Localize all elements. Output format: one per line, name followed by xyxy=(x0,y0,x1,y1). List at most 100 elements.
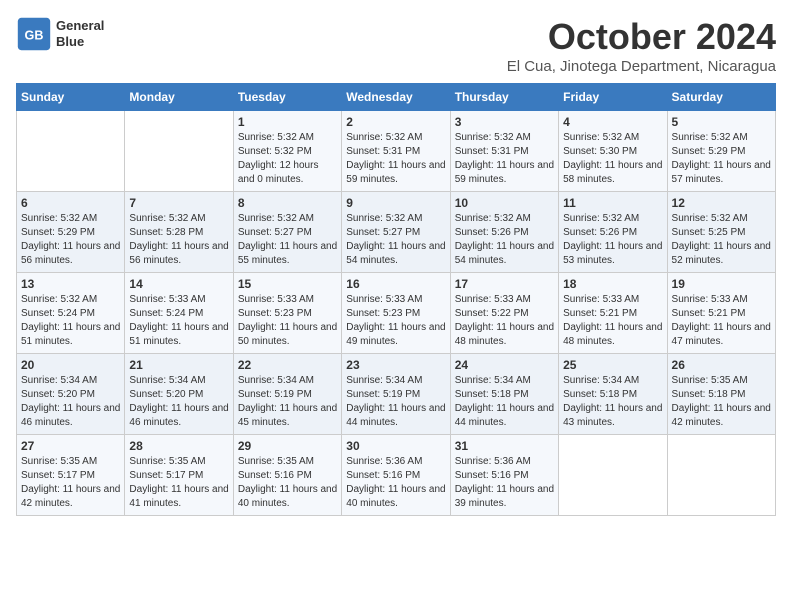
day-info: Sunrise: 5:32 AMSunset: 5:26 PMDaylight:… xyxy=(563,212,662,268)
day-info: Sunrise: 5:32 AMSunset: 5:26 PMDaylight:… xyxy=(455,212,554,268)
day-info: Sunrise: 5:32 AMSunset: 5:27 PMDaylight:… xyxy=(346,212,445,268)
day-number: 29 xyxy=(238,439,337,453)
day-info: Sunrise: 5:34 AMSunset: 5:20 PMDaylight:… xyxy=(129,374,228,430)
day-number: 10 xyxy=(455,196,554,210)
day-number: 31 xyxy=(455,439,554,453)
calendar-body: 1Sunrise: 5:32 AMSunset: 5:32 PMDaylight… xyxy=(17,111,776,516)
header-day-sunday: Sunday xyxy=(17,84,125,111)
day-number: 8 xyxy=(238,196,337,210)
day-cell: 10 Sunrise: 5:32 AMSunset: 5:26 PMDayligh… xyxy=(450,192,558,273)
day-number: 7 xyxy=(129,196,228,210)
day-info: Sunrise: 5:33 AMSunset: 5:24 PMDaylight:… xyxy=(129,293,228,349)
day-number: 13 xyxy=(21,277,120,291)
logo-line1: General xyxy=(56,18,104,34)
day-info: Sunrise: 5:32 AMSunset: 5:27 PMDaylight:… xyxy=(238,212,337,268)
page-header: GB General Blue October 2024 El Cua, Jin… xyxy=(16,16,776,75)
day-cell: 12 Sunrise: 5:32 AMSunset: 5:25 PMDayligh… xyxy=(667,192,775,273)
header-row: SundayMondayTuesdayWednesdayThursdayFrid… xyxy=(17,84,776,111)
day-cell: 6 Sunrise: 5:32 AMSunset: 5:29 PMDaylight… xyxy=(17,192,125,273)
day-number: 15 xyxy=(238,277,337,291)
day-number: 19 xyxy=(672,277,771,291)
day-number: 3 xyxy=(455,115,554,129)
day-info: Sunrise: 5:36 AMSunset: 5:16 PMDaylight:… xyxy=(455,455,554,511)
day-info: Sunrise: 5:34 AMSunset: 5:19 PMDaylight:… xyxy=(238,374,337,430)
day-number: 14 xyxy=(129,277,228,291)
day-cell: 31 Sunrise: 5:36 AMSunset: 5:16 PMDayligh… xyxy=(450,435,558,516)
header-day-monday: Monday xyxy=(125,84,233,111)
day-info: Sunrise: 5:35 AMSunset: 5:16 PMDaylight:… xyxy=(238,455,337,511)
week-row-2: 6 Sunrise: 5:32 AMSunset: 5:29 PMDaylight… xyxy=(17,192,776,273)
day-number: 26 xyxy=(672,358,771,372)
day-number: 2 xyxy=(346,115,445,129)
day-info: Sunrise: 5:33 AMSunset: 5:22 PMDaylight:… xyxy=(455,293,554,349)
svg-text:GB: GB xyxy=(25,28,44,42)
day-cell: 18 Sunrise: 5:33 AMSunset: 5:21 PMDayligh… xyxy=(559,273,667,354)
day-number: 6 xyxy=(21,196,120,210)
day-cell: 15 Sunrise: 5:33 AMSunset: 5:23 PMDayligh… xyxy=(233,273,341,354)
week-row-3: 13 Sunrise: 5:32 AMSunset: 5:24 PMDayligh… xyxy=(17,273,776,354)
day-number: 18 xyxy=(563,277,662,291)
logo-icon: GB xyxy=(16,16,52,52)
day-number: 20 xyxy=(21,358,120,372)
calendar-table: SundayMondayTuesdayWednesdayThursdayFrid… xyxy=(16,83,776,516)
location-subtitle: El Cua, Jinotega Department, Nicaragua xyxy=(507,58,776,75)
day-number: 30 xyxy=(346,439,445,453)
week-row-5: 27 Sunrise: 5:35 AMSunset: 5:17 PMDayligh… xyxy=(17,435,776,516)
day-info: Sunrise: 5:32 AMSunset: 5:30 PMDaylight:… xyxy=(563,131,662,187)
day-cell: 5Sunrise: 5:32 AMSunset: 5:29 PMDaylight… xyxy=(667,111,775,192)
day-info: Sunrise: 5:33 AMSunset: 5:21 PMDaylight:… xyxy=(672,293,771,349)
day-info: Sunrise: 5:32 AMSunset: 5:29 PMDaylight:… xyxy=(21,212,120,268)
day-info: Sunrise: 5:33 AMSunset: 5:23 PMDaylight:… xyxy=(346,293,445,349)
day-info: Sunrise: 5:36 AMSunset: 5:16 PMDaylight:… xyxy=(346,455,445,511)
day-number: 12 xyxy=(672,196,771,210)
day-info: Sunrise: 5:33 AMSunset: 5:21 PMDaylight:… xyxy=(563,293,662,349)
day-number: 23 xyxy=(346,358,445,372)
day-cell: 23Sunrise: 5:34 AMSunset: 5:19 PMDayligh… xyxy=(342,354,450,435)
day-number: 24 xyxy=(455,358,554,372)
day-cell: 9 Sunrise: 5:32 AMSunset: 5:27 PMDaylight… xyxy=(342,192,450,273)
day-cell: 11 Sunrise: 5:32 AMSunset: 5:26 PMDayligh… xyxy=(559,192,667,273)
day-cell: 7Sunrise: 5:32 AMSunset: 5:28 PMDaylight… xyxy=(125,192,233,273)
day-number: 16 xyxy=(346,277,445,291)
header-day-wednesday: Wednesday xyxy=(342,84,450,111)
day-info: Sunrise: 5:35 AMSunset: 5:17 PMDaylight:… xyxy=(129,455,228,511)
day-number: 9 xyxy=(346,196,445,210)
day-number: 22 xyxy=(238,358,337,372)
day-number: 5 xyxy=(672,115,771,129)
header-day-thursday: Thursday xyxy=(450,84,558,111)
day-cell: 30 Sunrise: 5:36 AMSunset: 5:16 PMDayligh… xyxy=(342,435,450,516)
day-info: Sunrise: 5:34 AMSunset: 5:18 PMDaylight:… xyxy=(563,374,662,430)
day-info: Sunrise: 5:32 AMSunset: 5:24 PMDaylight:… xyxy=(21,293,120,349)
day-cell: 20 Sunrise: 5:34 AMSunset: 5:20 PMDayligh… xyxy=(17,354,125,435)
day-cell: 27 Sunrise: 5:35 AMSunset: 5:17 PMDayligh… xyxy=(17,435,125,516)
day-cell: 21 Sunrise: 5:34 AMSunset: 5:20 PMDayligh… xyxy=(125,354,233,435)
header-day-friday: Friday xyxy=(559,84,667,111)
day-cell xyxy=(559,435,667,516)
logo-text: General Blue xyxy=(56,18,104,49)
day-cell: 16 Sunrise: 5:33 AMSunset: 5:23 PMDayligh… xyxy=(342,273,450,354)
day-cell: 2 Sunrise: 5:32 AMSunset: 5:31 PMDaylight… xyxy=(342,111,450,192)
day-cell: 3 Sunrise: 5:32 AMSunset: 5:31 PMDaylight… xyxy=(450,111,558,192)
day-info: Sunrise: 5:32 AMSunset: 5:31 PMDaylight:… xyxy=(455,131,554,187)
day-info: Sunrise: 5:34 AMSunset: 5:20 PMDaylight:… xyxy=(21,374,120,430)
month-title: October 2024 xyxy=(507,16,776,58)
day-info: Sunrise: 5:35 AMSunset: 5:17 PMDaylight:… xyxy=(21,455,120,511)
week-row-4: 20 Sunrise: 5:34 AMSunset: 5:20 PMDayligh… xyxy=(17,354,776,435)
header-day-saturday: Saturday xyxy=(667,84,775,111)
title-area: October 2024 El Cua, Jinotega Department… xyxy=(507,16,776,75)
day-cell: 25 Sunrise: 5:34 AMSunset: 5:18 PMDayligh… xyxy=(559,354,667,435)
day-number: 27 xyxy=(21,439,120,453)
day-cell: 4 Sunrise: 5:32 AMSunset: 5:30 PMDaylight… xyxy=(559,111,667,192)
day-number: 11 xyxy=(563,196,662,210)
day-cell xyxy=(125,111,233,192)
day-number: 21 xyxy=(129,358,228,372)
day-info: Sunrise: 5:32 AMSunset: 5:25 PMDaylight:… xyxy=(672,212,771,268)
week-row-1: 1Sunrise: 5:32 AMSunset: 5:32 PMDaylight… xyxy=(17,111,776,192)
day-number: 25 xyxy=(563,358,662,372)
day-info: Sunrise: 5:33 AMSunset: 5:23 PMDaylight:… xyxy=(238,293,337,349)
day-cell: 24Sunrise: 5:34 AMSunset: 5:18 PMDayligh… xyxy=(450,354,558,435)
day-cell: 8 Sunrise: 5:32 AMSunset: 5:27 PMDaylight… xyxy=(233,192,341,273)
day-info: Sunrise: 5:32 AMSunset: 5:31 PMDaylight:… xyxy=(346,131,445,187)
day-number: 4 xyxy=(563,115,662,129)
day-cell: 13 Sunrise: 5:32 AMSunset: 5:24 PMDayligh… xyxy=(17,273,125,354)
